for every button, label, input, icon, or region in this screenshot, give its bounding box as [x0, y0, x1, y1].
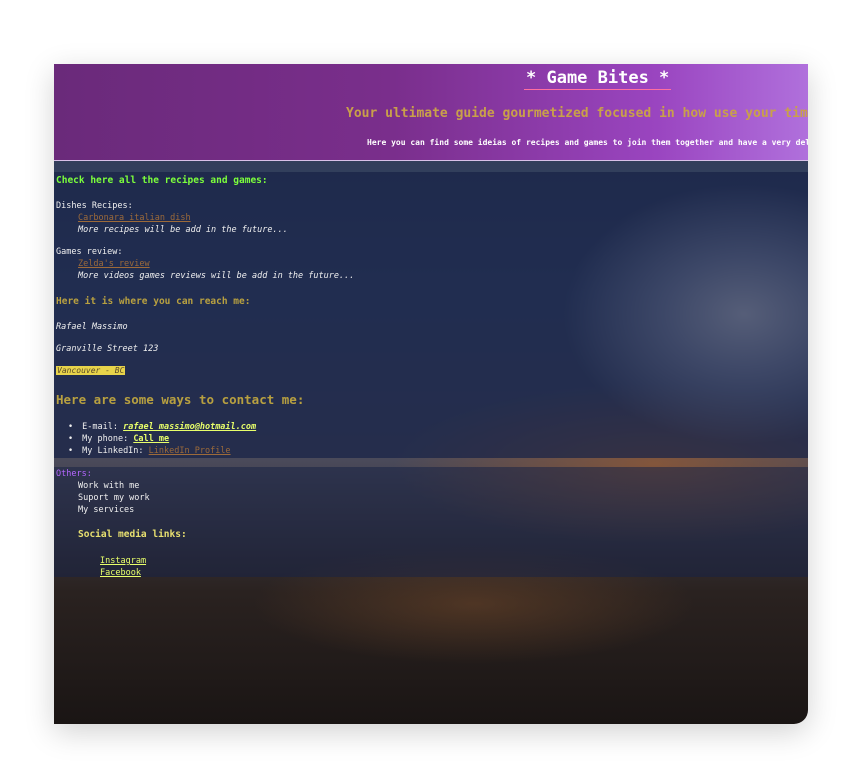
game-link-zelda[interactable]: Zelda's review [78, 259, 150, 269]
social-link-instagram[interactable]: Instagram [100, 556, 146, 566]
social-heading: Social media links: [78, 529, 187, 540]
dish-link-carbonara[interactable]: Carbonara italian dish [78, 213, 191, 223]
others-item-support[interactable]: Suport my work [78, 493, 150, 503]
phone-link[interactable]: Call me [133, 434, 169, 444]
games-label: Games review: [56, 247, 123, 257]
contact-heading: Here are some ways to contact me: [56, 392, 305, 407]
recipes-heading: Check here all the recipes and games: [56, 175, 268, 186]
page-title: * Game Bites * [524, 68, 672, 90]
contact-linkedin-item: My LinkedIn: LinkedIn Profile [68, 446, 231, 456]
others-label: Others: [56, 469, 92, 479]
main-content: Check here all the recipes and games: Di… [54, 172, 808, 458]
reach-street: Granville Street 123 [56, 344, 159, 354]
contact-phone-item: My phone: Call me [68, 434, 169, 444]
page-intro: Here you can find some ideias of recipes… [367, 138, 808, 147]
dishes-note: More recipes will be add in the future..… [78, 225, 288, 235]
reach-name: Rafael Massimo [56, 322, 128, 332]
email-link[interactable]: rafael_massimo@hotmail.com [123, 422, 256, 432]
reach-city: Vancouver - BC [56, 366, 126, 375]
email-label: E-mail: [82, 422, 118, 432]
contact-email-item: E-mail: rafael_massimo@hotmail.com [68, 422, 256, 432]
reach-heading: Here it is where you can reach me: [56, 296, 251, 307]
linkedin-link[interactable]: LinkedIn Profile [149, 446, 231, 456]
others-item-services[interactable]: My services [78, 505, 134, 515]
games-note: More videos games reviews will be add in… [78, 271, 355, 281]
page-tagline: Your ultimate guide gourmetized focused … [346, 106, 808, 121]
social-link-facebook[interactable]: Facebook [100, 568, 141, 578]
dishes-label: Dishes Recipes: [56, 201, 133, 211]
others-item-work[interactable]: Work with me [78, 481, 139, 491]
page-header: * Game Bites * Your ultimate guide gourm… [54, 64, 808, 161]
browser-viewport: * Game Bites * Your ultimate guide gourm… [54, 64, 808, 724]
linkedin-label: My LinkedIn: [82, 446, 144, 456]
phone-label: My phone: [82, 434, 129, 444]
others-section: Others: Work with me Suport my work My s… [54, 467, 808, 578]
